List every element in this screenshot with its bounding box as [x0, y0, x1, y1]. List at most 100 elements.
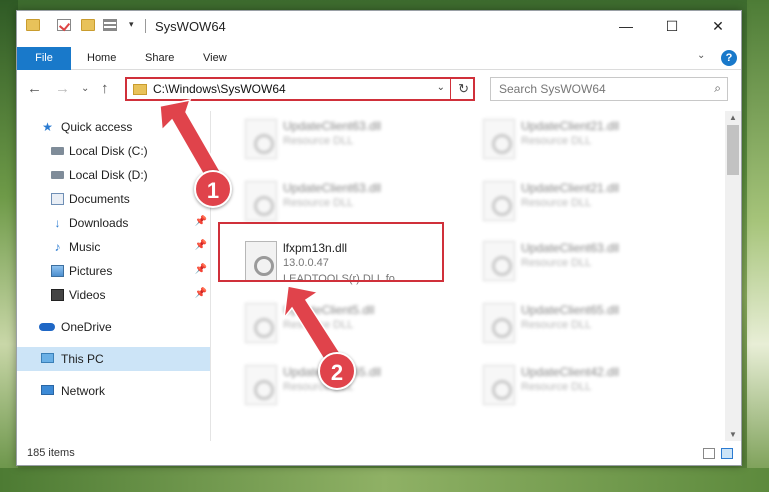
step-1-callout: 1 [194, 170, 232, 208]
recent-locations-button[interactable]: ⌄ [81, 83, 89, 94]
pin-icon[interactable]: 📌 [195, 216, 207, 227]
help-icon[interactable]: ? [721, 50, 737, 66]
address-bar[interactable]: C:\Windows\SysWOW64 ⌄ ↻ [125, 77, 475, 101]
pin-icon[interactable]: 📌 [195, 288, 207, 299]
quick-access-toolbar-icon[interactable] [103, 19, 117, 31]
dll-file-icon [483, 303, 515, 343]
navigation-pane: ★ Quick access Local Disk (C:) 📌 Local D… [17, 111, 210, 441]
dll-file-icon [245, 181, 277, 221]
file-item[interactable]: UpdateClient63.dll Resource DLL [237, 175, 467, 229]
desktop-background-right [747, 0, 769, 492]
dll-file-icon [245, 365, 277, 405]
scrollbar-thumb[interactable] [727, 125, 739, 175]
scroll-down-icon[interactable]: ▼ [729, 430, 737, 439]
downloads-icon: ↓ [54, 216, 61, 230]
properties-check-icon[interactable] [57, 19, 71, 31]
search-icon[interactable]: ⌕ [714, 81, 721, 96]
maximize-button[interactable]: ☐ [649, 11, 695, 41]
address-separator [450, 79, 451, 99]
refresh-button[interactable]: ↻ [458, 81, 469, 97]
expand-ribbon-icon[interactable]: ⌄ [697, 50, 705, 61]
step-2-callout: 2 [318, 352, 356, 390]
close-button[interactable]: ✕ [695, 11, 741, 41]
file-description: Resource DLL [521, 197, 592, 209]
pin-icon[interactable]: 📌 [195, 240, 207, 251]
forward-button[interactable]: → [55, 80, 70, 97]
dll-file-icon [245, 303, 277, 343]
navigation-bar: ← → ⌄ ↑ C:\Windows\SysWOW64 ⌄ ↻ Search S… [17, 71, 741, 107]
pin-icon[interactable]: 📌 [195, 264, 207, 275]
file-item[interactable]: UpdateClient42.dll Resource DLL [475, 359, 705, 413]
sidebar-item-label: OneDrive [61, 320, 112, 334]
sidebar-item-network[interactable]: Network [17, 379, 210, 403]
sidebar-item-local-disk-d[interactable]: Local Disk (D:) [17, 163, 210, 187]
file-name: UpdateClient63.dll [521, 241, 620, 255]
sidebar-item-quick-access[interactable]: ★ Quick access [17, 115, 210, 139]
tab-share[interactable]: Share [145, 47, 174, 70]
window-title: SysWOW64 [155, 19, 226, 34]
file-description: Resource DLL [283, 197, 354, 209]
vertical-scrollbar[interactable]: ▲ ▼ [725, 111, 741, 441]
search-input[interactable]: Search SysWOW64 ⌕ [490, 77, 728, 101]
tab-view[interactable]: View [203, 47, 227, 70]
file-description: Resource DLL [521, 135, 592, 147]
item-count: 185 items [27, 447, 75, 459]
dll-file-icon [483, 181, 515, 221]
tab-file[interactable]: File [17, 47, 71, 70]
dll-file-icon [483, 241, 515, 281]
sidebar-item-onedrive[interactable]: OneDrive [17, 315, 210, 339]
details-view-icon[interactable] [703, 448, 715, 459]
file-name: UpdateClient65.dll [521, 303, 620, 317]
star-icon: ★ [42, 120, 53, 134]
scroll-up-icon[interactable]: ▲ [729, 113, 737, 122]
tiles-view-icon[interactable] [721, 448, 733, 459]
file-description: Resource DLL [283, 135, 354, 147]
sidebar-item-pictures[interactable]: Pictures 📌 [17, 259, 210, 283]
sidebar-item-label: Pictures [69, 264, 113, 278]
file-item[interactable]: UpdateClient63.dll Resource DLL [475, 235, 705, 289]
title-separator [145, 19, 146, 33]
sidebar-item-music[interactable]: ♪ Music 📌 [17, 235, 210, 259]
sidebar-item-label: Network [61, 384, 106, 398]
file-item[interactable]: UpdateClient63.dll Resource DLL [237, 113, 467, 167]
ribbon-tabs: File Home Share View ⌄ ? [17, 47, 741, 70]
sidebar-item-label: This PC [61, 352, 104, 366]
folder-icon [133, 84, 147, 95]
sidebar-item-videos[interactable]: Videos 📌 [17, 283, 210, 307]
sidebar-item-label: Quick access [61, 120, 133, 134]
file-item[interactable]: UpdateClient65.dll Resource DLL [475, 297, 705, 351]
desktop-background-bottom [0, 468, 769, 492]
up-button[interactable]: ↑ [101, 80, 109, 97]
sidebar-item-local-disk-c[interactable]: Local Disk (C:) 📌 [17, 139, 210, 163]
sidebar-item-downloads[interactable]: ↓ Downloads 📌 [17, 211, 210, 235]
address-path[interactable]: C:\Windows\SysWOW64 [153, 82, 286, 96]
minimize-button[interactable]: — [603, 11, 649, 41]
computer-icon [41, 353, 54, 363]
sidebar-item-label: Music [69, 240, 101, 254]
dll-file-icon [483, 119, 515, 159]
file-name: UpdateClient21.dll [521, 119, 620, 133]
file-description: Resource DLL [521, 319, 592, 331]
file-item[interactable]: UpdateClient21.dll Resource DLL [475, 113, 705, 167]
file-description: Resource DLL [283, 319, 354, 331]
back-button[interactable]: ← [27, 80, 42, 97]
new-folder-icon[interactable] [81, 19, 95, 31]
status-bar: 185 items [17, 443, 741, 465]
sidebar-item-this-pc[interactable]: This PC [17, 347, 210, 371]
sidebar-item-documents[interactable]: Documents [17, 187, 210, 211]
sidebar-item-label: Local Disk (C:) [69, 144, 148, 158]
file-description: Resource DLL [521, 381, 592, 393]
music-icon: ♪ [54, 240, 61, 254]
file-item[interactable]: UpdateClient5.dll Resource DLL [237, 297, 467, 351]
search-placeholder: Search SysWOW64 [499, 82, 606, 96]
file-name: UpdateClient63.dll [283, 119, 382, 133]
videos-icon [51, 289, 64, 301]
quick-access-dropdown[interactable]: ▾ [129, 19, 134, 30]
address-dropdown-icon[interactable]: ⌄ [437, 82, 445, 93]
network-icon [41, 385, 54, 395]
file-item[interactable]: UpdateClient21.dll Resource DLL [475, 175, 705, 229]
file-name: UpdateClient63.dll [283, 181, 382, 195]
disk-icon [51, 171, 64, 179]
tab-home[interactable]: Home [87, 47, 116, 70]
pin-icon[interactable]: 📌 [195, 144, 207, 155]
